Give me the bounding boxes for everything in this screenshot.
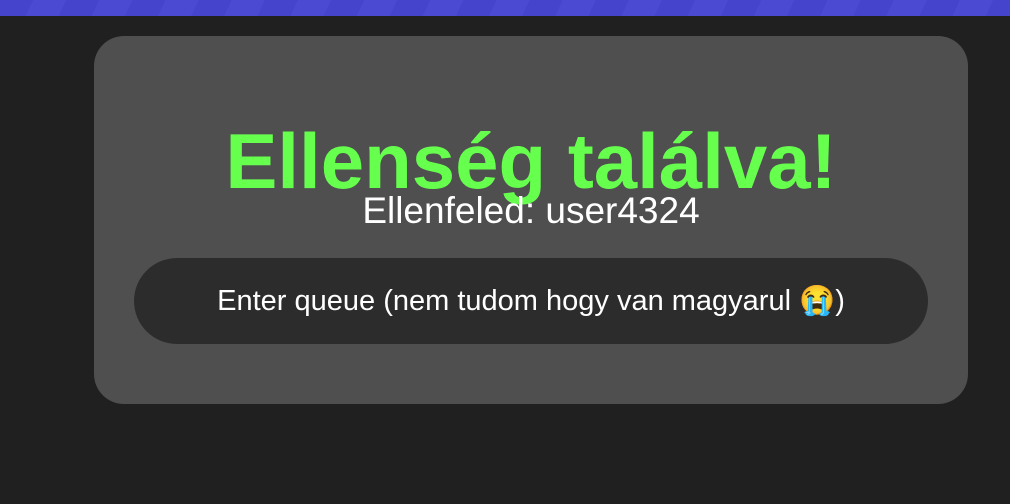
match-found-title: Ellenség találva! bbox=[225, 117, 837, 205]
top-bar bbox=[0, 0, 1010, 16]
opponent-label: Ellenfeled: user4324 bbox=[362, 190, 700, 231]
match-found-card: Ellenség találva! Ellenfeled: user4324 E… bbox=[94, 36, 968, 404]
enter-queue-button[interactable]: Enter queue (nem tudom hogy van magyarul… bbox=[134, 258, 928, 344]
